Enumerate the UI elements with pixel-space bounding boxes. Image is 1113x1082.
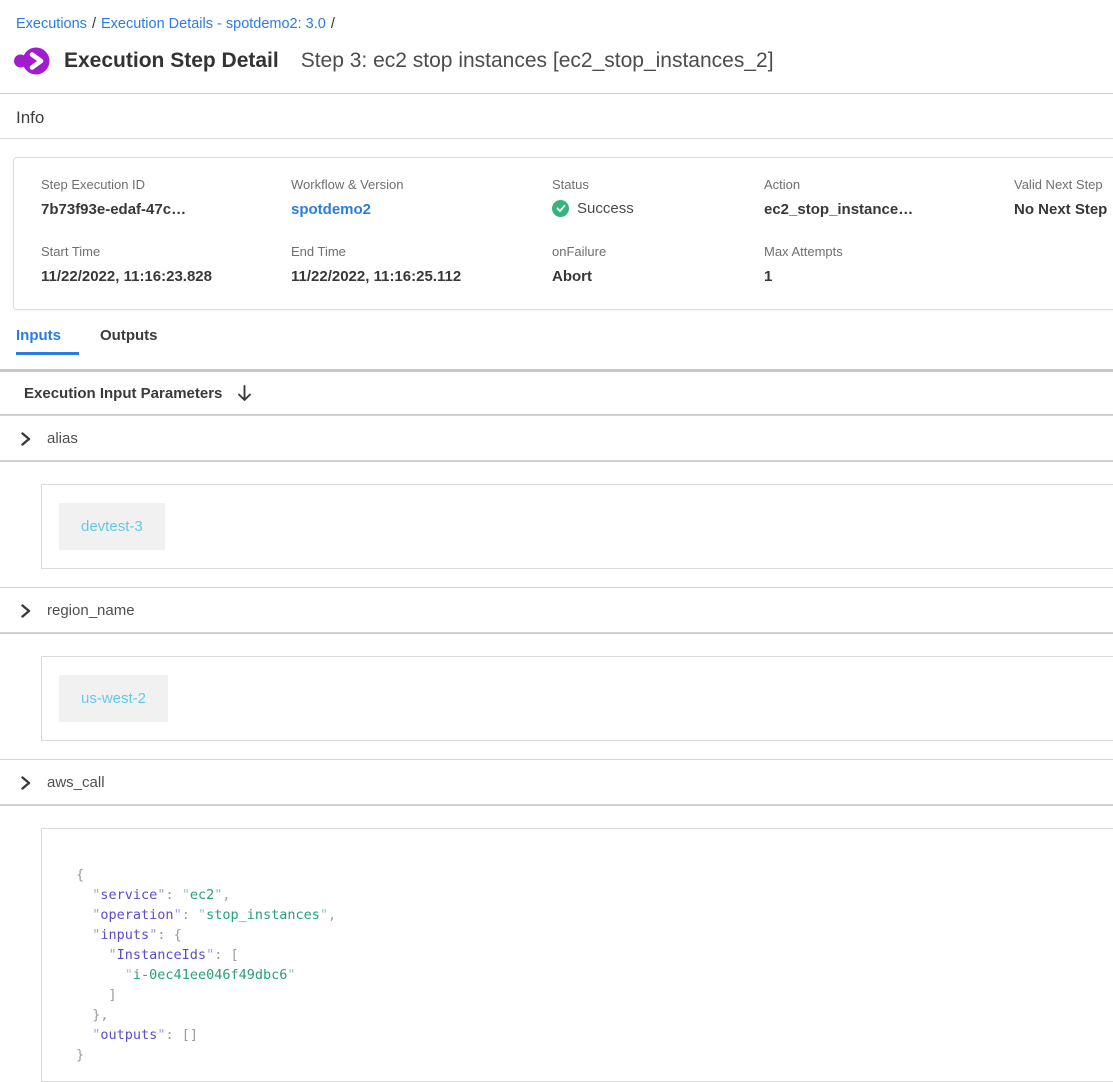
field-label: Step Execution ID — [41, 177, 291, 192]
field-valid-next-step: Valid Next Step No Next Step — [1014, 177, 1113, 218]
code-line: "inputs": { — [76, 925, 1113, 945]
field-workflow-version: Workflow & Version spotdemo2 — [291, 177, 552, 218]
param-header-alias[interactable]: alias — [0, 416, 1113, 462]
breadcrumb: Executions/Execution Details - spotdemo2… — [0, 0, 1113, 32]
field-label: Status — [552, 177, 764, 192]
field-value: 1 — [764, 268, 1014, 285]
field-value: 11/22/2022, 11:16:23.828 — [41, 268, 291, 285]
field-label: onFailure — [552, 244, 764, 259]
json-viewer: { "service": "ec2", "operation": "stop_i… — [41, 828, 1113, 1082]
chevron-right-icon — [20, 604, 31, 618]
code-line: "InstanceIds": [ — [76, 945, 1113, 965]
code-line: ] — [76, 985, 1113, 1005]
field-label: Max Attempts — [764, 244, 1014, 259]
page-header: Execution Step Detail Step 3: ec2 stop i… — [0, 32, 1113, 76]
status-badge: Success — [552, 200, 764, 217]
code-line: "i-0ec41ee046f49dbc6" — [76, 965, 1113, 985]
param-value-panel: us-west-2 — [41, 656, 1113, 741]
field-value: No Next Step — [1014, 201, 1113, 218]
field-value: ec2_stop_instance… — [764, 201, 1014, 218]
field-action: Action ec2_stop_instance… — [764, 177, 1014, 218]
tab-outputs[interactable]: Outputs — [100, 327, 176, 355]
workflow-link[interactable]: spotdemo2 — [291, 201, 552, 218]
tab-inputs[interactable]: Inputs — [16, 327, 79, 355]
field-value: 11/22/2022, 11:16:25.112 — [291, 268, 552, 285]
chevron-right-icon — [20, 432, 31, 446]
info-card: Step Execution ID 7b73f93e-edaf-47c… Wor… — [13, 157, 1113, 310]
workflow-play-icon — [13, 46, 51, 76]
field-label: Action — [764, 177, 1014, 192]
arrow-down-icon[interactable] — [237, 385, 252, 402]
param-header-aws-call[interactable]: aws_call — [0, 760, 1113, 806]
status-text: Success — [577, 200, 634, 217]
field-label: End Time — [291, 244, 552, 259]
execution-input-parameters-header: Execution Input Parameters — [0, 372, 1113, 416]
field-value: Abort — [552, 268, 764, 285]
breadcrumb-link-executions[interactable]: Executions — [16, 16, 87, 32]
field-start-time: Start Time 11/22/2022, 11:16:23.828 — [41, 244, 291, 285]
field-empty — [1014, 244, 1113, 285]
code-line: "service": "ec2", — [76, 885, 1113, 905]
field-onfailure: onFailure Abort — [552, 244, 764, 285]
field-label: Start Time — [41, 244, 291, 259]
field-end-time: End Time 11/22/2022, 11:16:25.112 — [291, 244, 552, 285]
success-check-icon — [552, 200, 569, 217]
field-label: Valid Next Step — [1014, 177, 1113, 192]
param-name: alias — [47, 430, 78, 447]
code-line: } — [76, 1045, 1113, 1065]
breadcrumb-link-execution-details[interactable]: Execution Details - spotdemo2: 3.0 — [101, 16, 326, 32]
field-value: 7b73f93e-edaf-47c… — [41, 201, 291, 218]
param-name: aws_call — [47, 774, 105, 791]
page-title: Execution Step Detail — [64, 49, 279, 73]
param-name: region_name — [47, 602, 135, 619]
param-section-alias: alias devtest-3 — [0, 416, 1113, 569]
tab-bar: Inputs Outputs — [0, 310, 1113, 355]
value-chip: devtest-3 — [59, 503, 165, 550]
page-subtitle: Step 3: ec2 stop instances [ec2_stop_ins… — [301, 49, 774, 73]
code-line: "outputs": [] — [76, 1025, 1113, 1045]
code-line: "operation": "stop_instances", — [76, 905, 1113, 925]
breadcrumb-separator: / — [326, 16, 340, 32]
code-line: { — [76, 865, 1113, 885]
param-value-panel: devtest-3 — [41, 484, 1113, 569]
param-section-aws-call: aws_call { "service": "ec2", "operation"… — [0, 759, 1113, 1082]
info-section-heading: Info — [0, 94, 1113, 139]
param-header-region-name[interactable]: region_name — [0, 588, 1113, 634]
field-label: Workflow & Version — [291, 177, 552, 192]
field-max-attempts: Max Attempts 1 — [764, 244, 1014, 285]
field-status: Status Success — [552, 177, 764, 218]
code-line: }, — [76, 1005, 1113, 1025]
params-heading: Execution Input Parameters — [24, 385, 222, 402]
value-chip: us-west-2 — [59, 675, 168, 722]
breadcrumb-separator: / — [87, 16, 101, 32]
param-section-region-name: region_name us-west-2 — [0, 587, 1113, 741]
field-step-execution-id: Step Execution ID 7b73f93e-edaf-47c… — [41, 177, 291, 218]
chevron-right-icon — [20, 776, 31, 790]
